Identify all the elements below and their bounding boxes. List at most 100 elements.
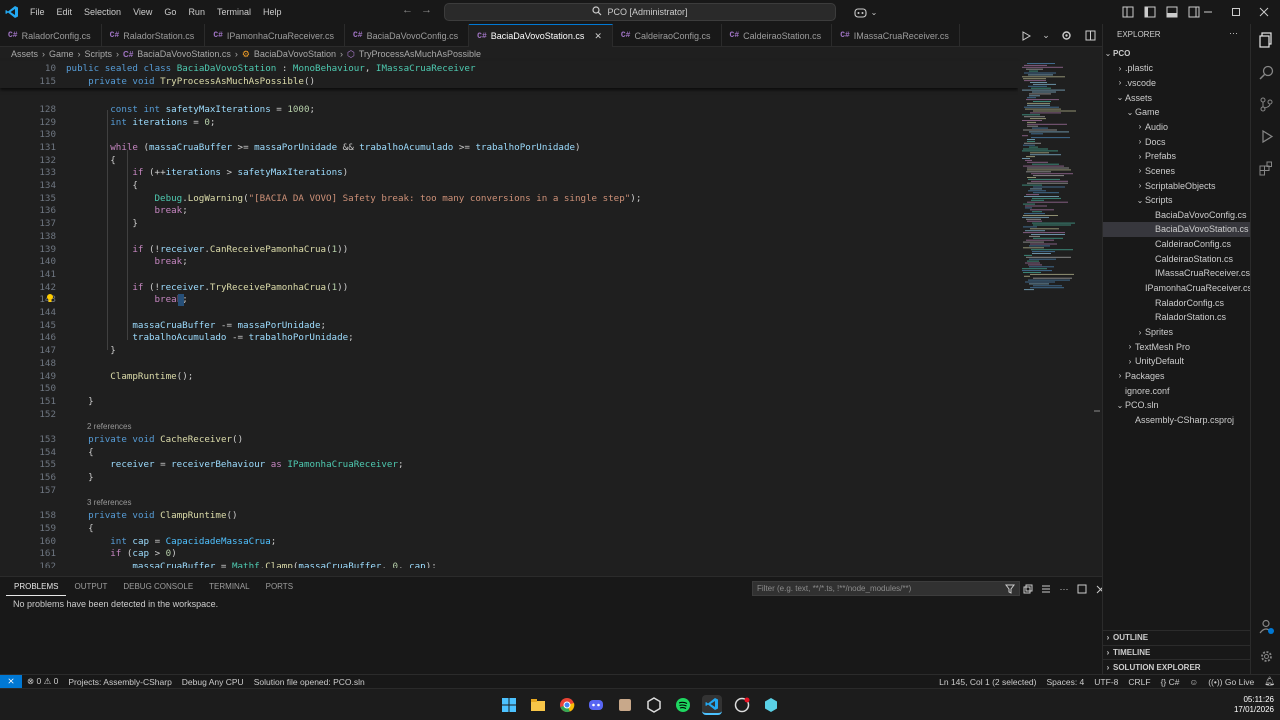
editor-tab[interactable]: C# IMassaCruaReceiver.cs xyxy=(832,24,960,47)
manage-gear-icon[interactable] xyxy=(1256,646,1276,666)
spotify-icon[interactable] xyxy=(673,695,693,715)
back-arrow-icon[interactable]: ← xyxy=(402,4,413,16)
code-line[interactable]: 150 xyxy=(0,382,1018,395)
accounts-icon[interactable] xyxy=(1256,616,1276,636)
code-line[interactable]: 157 xyxy=(0,484,1018,497)
language-mode[interactable]: {} C# xyxy=(1156,677,1185,687)
toggle-sidebar-icon[interactable] xyxy=(1142,4,1158,20)
code-line[interactable]: 148 xyxy=(0,357,1018,370)
run-icon[interactable] xyxy=(1018,28,1034,44)
cursor-position[interactable]: Ln 145, Col 1 (2 selected) xyxy=(934,677,1041,687)
explorer-section-solution-explorer[interactable]: › SOLUTION EXPLORER xyxy=(1103,659,1251,674)
code-line[interactable]: 159 { xyxy=(0,522,1018,535)
projects-status[interactable]: Projects: Assembly-CSharp xyxy=(63,677,176,687)
editor-tab[interactable]: C# CaldeiraoStation.cs xyxy=(722,24,833,47)
menu-item-file[interactable]: File xyxy=(24,0,51,24)
code-line[interactable]: 10 public sealed class BaciaDaVovoStation… xyxy=(0,62,1018,75)
code-line[interactable]: 135 Debug.LogWarning("[BACIA DA VOVO] Sa… xyxy=(0,192,1018,205)
code-line[interactable]: 161 if (cap > 0) xyxy=(0,548,1018,561)
encoding-status[interactable]: UTF-8 xyxy=(1089,677,1123,687)
code-line[interactable]: 140 break; xyxy=(0,255,1018,268)
code-line[interactable]: 156 } xyxy=(0,471,1018,484)
code-line[interactable]: 154 { xyxy=(0,446,1018,459)
explorer-item[interactable]: › Audio xyxy=(1103,120,1251,135)
menu-item-terminal[interactable]: Terminal xyxy=(211,0,257,24)
code-line[interactable]: 133 if (++iterations > safetyMaxIteratio… xyxy=(0,167,1018,180)
explorer-item[interactable]: RaladorStation.cs xyxy=(1103,310,1251,325)
code-line[interactable]: 129 int iterations = 0; xyxy=(0,116,1018,129)
extensions-icon[interactable] xyxy=(1256,158,1276,178)
menu-item-edit[interactable]: Edit xyxy=(51,0,79,24)
toggle-panel-icon[interactable] xyxy=(1164,4,1180,20)
run-debug-icon[interactable] xyxy=(1256,126,1276,146)
code-line[interactable]: 152 xyxy=(0,408,1018,421)
maximize-panel-icon[interactable] xyxy=(1076,581,1088,597)
code-line[interactable]: 137 } xyxy=(0,217,1018,230)
code-line[interactable]: 149 ClampRuntime(); xyxy=(0,370,1018,383)
scrollbar-thumb[interactable] xyxy=(1094,410,1100,412)
code-line[interactable]: 131 while (massaCruaBuffer >= massaPorUn… xyxy=(0,141,1018,154)
code-line[interactable]: 162 massaCruaBuffer = Mathf.Clamp(massaC… xyxy=(0,560,1018,568)
explorer-item[interactable]: › Sprites xyxy=(1103,325,1251,340)
code-line[interactable]: 136 break; xyxy=(0,205,1018,218)
code-line[interactable]: 147 } xyxy=(0,344,1018,357)
panel-tab-debug-console[interactable]: Debug Console xyxy=(115,578,201,596)
menu-item-go[interactable]: Go xyxy=(158,0,182,24)
more-actions-icon[interactable]: ··· xyxy=(1058,581,1070,597)
code-line[interactable]: 160 int cap = CapacidadeMassaCrua; xyxy=(0,535,1018,548)
explorer-item[interactable]: BaciaDaVovoConfig.cs xyxy=(1103,208,1251,223)
editor-tab[interactable]: C# BaciaDaVovoStation.cs ✕ xyxy=(469,24,613,47)
indentation-status[interactable]: Spaces: 4 xyxy=(1041,677,1089,687)
app-icon[interactable] xyxy=(615,695,635,715)
search-icon[interactable] xyxy=(1256,62,1276,82)
menu-item-run[interactable]: Run xyxy=(182,0,211,24)
explorer-item[interactable]: Assembly-CSharp.csproj xyxy=(1103,413,1251,428)
code-line[interactable]: 145 massaCruaBuffer -= massaPorUnidade; xyxy=(0,319,1018,332)
solution-status[interactable]: Solution file opened: PCO.sln xyxy=(249,677,370,687)
breadcrumb-method[interactable]: TryProcessAsMuchAsPossible xyxy=(359,49,481,59)
menu-item-help[interactable]: Help xyxy=(257,0,288,24)
unity-icon[interactable] xyxy=(644,695,664,715)
view-as-list-icon[interactable] xyxy=(1040,581,1052,597)
explorer-root[interactable]: ⌄ PCO xyxy=(1103,46,1251,61)
explorer-item[interactable]: › Scenes xyxy=(1103,164,1251,179)
explorer-item[interactable]: › Packages xyxy=(1103,369,1251,384)
code-line[interactable]: 153 private void CacheReceiver() xyxy=(0,433,1018,446)
maximize-icon[interactable] xyxy=(1222,4,1250,20)
code-line[interactable]: 138 xyxy=(0,230,1018,243)
code-line[interactable]: 142 if (!receiver.TryReceivePamonhaCrua(… xyxy=(0,281,1018,294)
panel-tab-output[interactable]: Output xyxy=(66,578,115,596)
code-line[interactable]: 134 { xyxy=(0,179,1018,192)
menu-item-selection[interactable]: Selection xyxy=(78,0,127,24)
codelens-references[interactable]: 3 references xyxy=(87,498,131,507)
explorer-section-timeline[interactable]: › TIMELINE xyxy=(1103,644,1251,660)
notifications-icon[interactable]: 🔔︎ xyxy=(1259,676,1280,687)
eol-status[interactable]: CRLF xyxy=(1123,677,1155,687)
source-control-icon[interactable] xyxy=(1256,94,1276,114)
go-live-button[interactable]: ((•)) Go Live xyxy=(1203,677,1259,687)
panel-tab-problems[interactable]: Problems xyxy=(6,578,67,596)
filter-icon[interactable] xyxy=(1004,581,1016,597)
customize-layout-icon[interactable] xyxy=(1120,4,1136,20)
code-line[interactable]: 155 receiver = receiverBehaviour as IPam… xyxy=(0,459,1018,472)
problems-status[interactable]: ⊗ 0 ⚠ 0 xyxy=(22,676,63,687)
windows-start-icon[interactable] xyxy=(499,695,519,715)
run-dropdown-icon[interactable]: ⌄ xyxy=(1042,28,1050,44)
code-line[interactable]: 130 xyxy=(0,128,1018,141)
code-line[interactable]: 143 break; xyxy=(0,294,1018,307)
more-actions-icon[interactable]: ··· xyxy=(1229,28,1238,38)
explorer-item[interactable]: BaciaDaVovoStation.cs xyxy=(1103,222,1251,237)
split-editor-icon[interactable] xyxy=(1082,28,1098,44)
discord-icon[interactable] xyxy=(586,695,606,715)
vscode-taskbar-icon[interactable] xyxy=(702,695,722,715)
lightbulb-icon[interactable] xyxy=(45,293,55,303)
debug-config-status[interactable]: Debug Any CPU xyxy=(177,677,249,687)
forward-arrow-icon[interactable]: → xyxy=(421,4,432,16)
chrome-icon[interactable] xyxy=(557,695,577,715)
explorer-item[interactable]: IPamonhaCruaReceiver.cs xyxy=(1103,281,1252,296)
cube-app-icon[interactable] xyxy=(761,695,781,715)
breadcrumb-file[interactable]: BaciaDaVovoStation.cs xyxy=(137,49,231,59)
explorer-item[interactable]: › TextMesh Pro xyxy=(1103,339,1251,354)
explorer-item[interactable]: › .vscode xyxy=(1103,76,1251,91)
explorer-icon[interactable] xyxy=(1256,30,1276,50)
